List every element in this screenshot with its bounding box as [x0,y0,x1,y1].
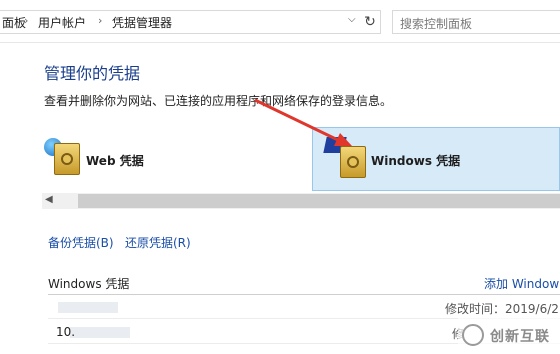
annotation-arrow [254,98,352,146]
watermark-logo-icon [462,324,484,346]
watermark: 创新互联 [458,318,560,354]
watermark-text: 创新互联 [490,329,550,345]
